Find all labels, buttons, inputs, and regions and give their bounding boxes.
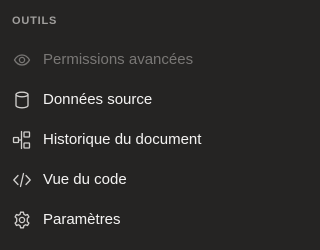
menu-item-source-data[interactable]: Données source: [0, 80, 246, 120]
menu-item-advanced-permissions: Permissions avancées: [0, 40, 246, 80]
menu-item-label: Vue du code: [43, 171, 127, 188]
menu-item-settings[interactable]: Paramètres: [0, 200, 246, 240]
tools-panel: OUTILS Permissions avancées Données sour…: [0, 0, 246, 250]
menu-item-label: Historique du document: [43, 131, 202, 148]
menu-item-document-history[interactable]: Historique du document: [0, 120, 246, 160]
database-icon: [12, 90, 32, 110]
code-icon: [12, 170, 32, 190]
gear-icon: [12, 210, 32, 230]
menu-item-label: Données source: [43, 91, 153, 108]
menu-item-label: Permissions avancées: [43, 51, 194, 68]
history-timeline-icon: [12, 130, 32, 150]
menu-item-code-view[interactable]: Vue du code: [0, 160, 246, 200]
section-title: OUTILS: [12, 15, 58, 27]
menu-item-label: Paramètres: [43, 211, 121, 228]
eye-icon: [12, 50, 32, 70]
